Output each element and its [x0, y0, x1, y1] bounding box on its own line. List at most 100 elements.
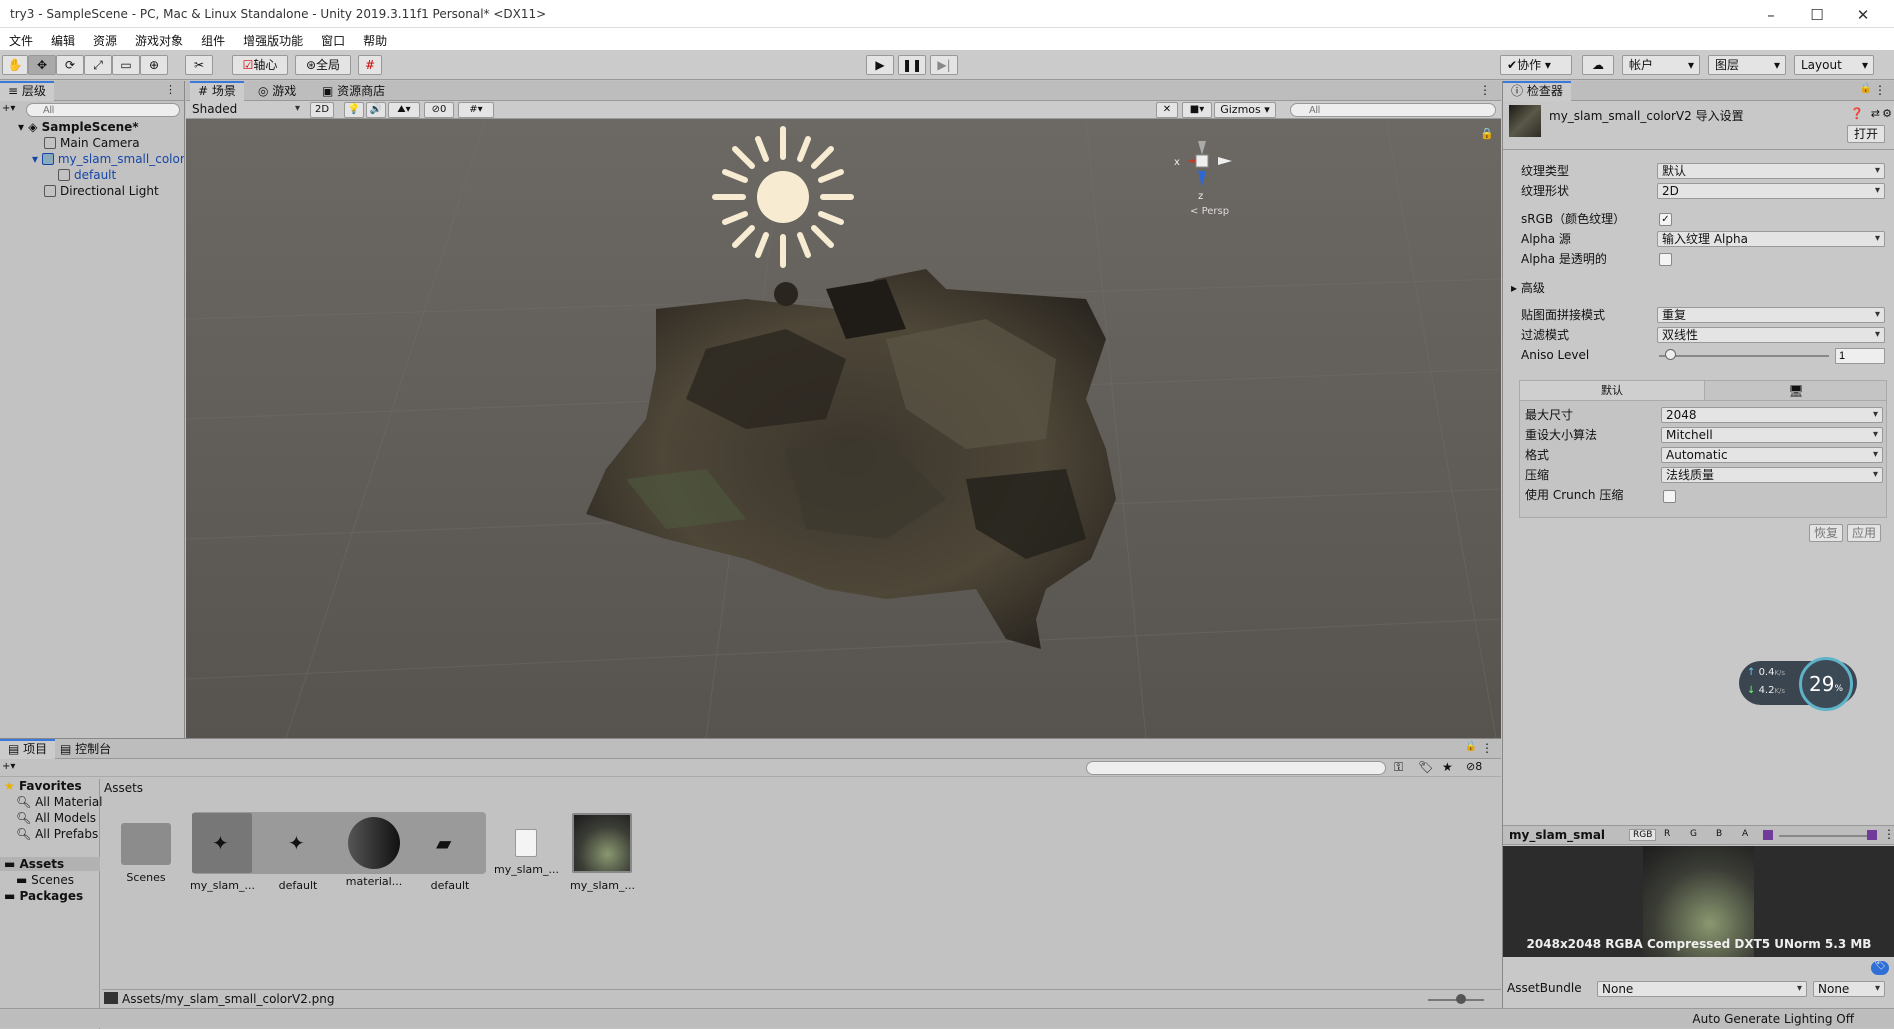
- gizmos-dropdown[interactable]: Gizmos ▾: [1214, 102, 1276, 118]
- asset-slam-file[interactable]: my_slam_...: [494, 813, 559, 876]
- tab-hierarchy[interactable]: ≡ 层级: [0, 81, 54, 101]
- kebab-menu-icon[interactable]: ⋮: [1883, 827, 1894, 841]
- alpha-source-dropdown[interactable]: 输入纹理 Alpha: [1657, 231, 1885, 247]
- aniso-slider-track[interactable]: [1659, 355, 1829, 357]
- hand-tool-icon[interactable]: ✋: [2, 55, 28, 75]
- lock-icon[interactable]: 🔒: [1860, 83, 1872, 94]
- tab-console[interactable]: ▤ 控制台: [52, 739, 119, 759]
- platform-tab-default[interactable]: 默认: [1520, 381, 1704, 401]
- collab-dropdown[interactable]: ✔协作 ▾: [1500, 55, 1572, 75]
- project-search-input[interactable]: [1086, 761, 1386, 775]
- favorites-all-models[interactable]: 🔍︎ All Models: [16, 811, 96, 825]
- aniso-slider-thumb[interactable]: [1665, 349, 1676, 360]
- network-speed-widget[interactable]: ↑ 0.4K/s ↓ 4.2K/s 29%: [1739, 657, 1857, 711]
- audio-icon[interactable]: 🔊: [366, 102, 386, 118]
- compression-dropdown[interactable]: 法线质量: [1661, 467, 1883, 483]
- resize-algorithm-dropdown[interactable]: Mitchell: [1661, 427, 1883, 443]
- channel-r-button[interactable]: R: [1661, 829, 1673, 839]
- menu-gameobject[interactable]: 游戏对象: [126, 28, 192, 49]
- play-button[interactable]: ▶: [866, 55, 894, 75]
- favorites-all-material[interactable]: 🔍︎ All Material: [16, 795, 103, 809]
- hierarchy-item-slam-model[interactable]: ▾ my_slam_small_colorV2: [32, 152, 184, 166]
- advanced-foldout[interactable]: ▸ 高级: [1511, 280, 1545, 297]
- scale-tool-icon[interactable]: ⤢: [84, 55, 112, 75]
- mip-slider[interactable]: [1779, 835, 1869, 837]
- asset-scenes-folder[interactable]: Scenes: [114, 813, 178, 884]
- kebab-menu-icon[interactable]: ⋮: [1481, 741, 1493, 755]
- global-toggle[interactable]: ⊛全局: [295, 55, 351, 75]
- tab-asset-store[interactable]: ▣ 资源商店: [314, 81, 393, 101]
- revert-button[interactable]: 恢复: [1809, 524, 1843, 542]
- rotate-tool-icon[interactable]: ⟳: [56, 55, 84, 75]
- menu-assets[interactable]: 资源: [84, 28, 126, 49]
- tab-project[interactable]: ▤ 项目: [0, 739, 56, 759]
- kebab-menu-icon[interactable]: ⋮: [165, 83, 176, 96]
- lighting-icon[interactable]: 💡: [344, 102, 364, 118]
- srgb-checkbox[interactable]: ✓: [1659, 213, 1672, 226]
- channel-rgb-button[interactable]: RGB: [1629, 829, 1657, 841]
- maximize-button[interactable]: ☐: [1794, 4, 1840, 26]
- kebab-menu-icon[interactable]: ⋮: [1874, 83, 1886, 97]
- help-icon[interactable]: ❓: [1850, 107, 1864, 120]
- favorites-all-prefabs[interactable]: 🔍︎ All Prefabs: [16, 827, 98, 841]
- assetbundle-variant-dropdown[interactable]: None: [1813, 981, 1885, 997]
- assets-breadcrumb[interactable]: Assets: [104, 781, 143, 795]
- scenes-folder-item[interactable]: ▬ Scenes: [16, 873, 74, 887]
- menu-window[interactable]: 窗口: [312, 28, 354, 49]
- favorites-item[interactable]: ★ Favorites: [4, 779, 82, 793]
- hierarchy-item-default[interactable]: default: [58, 168, 116, 182]
- snap-grid-icon[interactable]: #: [358, 55, 382, 75]
- assets-folder-item[interactable]: ▬ Assets: [0, 857, 100, 871]
- scene-viewport[interactable]: x z < Persp 🔒: [186, 119, 1501, 738]
- tab-scene[interactable]: # 场景: [190, 81, 244, 101]
- mip-icon[interactable]: [1763, 830, 1773, 840]
- close-button[interactable]: ✕: [1840, 4, 1886, 26]
- channel-g-button[interactable]: G: [1687, 829, 1700, 839]
- account-dropdown[interactable]: 帐户 ▾: [1622, 55, 1700, 75]
- aniso-level-input[interactable]: [1835, 348, 1885, 364]
- assetbundle-dropdown[interactable]: None: [1597, 981, 1807, 997]
- kebab-menu-icon[interactable]: ⋮: [1479, 83, 1491, 97]
- persp-label[interactable]: < Persp: [1190, 206, 1229, 217]
- layout-dropdown[interactable]: Layout ▾: [1794, 55, 1874, 75]
- 2d-toggle[interactable]: 2D: [310, 102, 334, 118]
- hierarchy-item-main-camera[interactable]: Main Camera: [44, 136, 140, 150]
- cloud-icon[interactable]: ☁: [1582, 55, 1614, 75]
- scene-item[interactable]: ▾ ◈ SampleScene*: [18, 120, 139, 134]
- hierarchy-item-directional-light[interactable]: Directional Light: [44, 184, 159, 198]
- apply-button[interactable]: 应用: [1847, 524, 1881, 542]
- filter-by-label-icon[interactable]: 🏷: [1418, 760, 1433, 774]
- favorite-star-icon[interactable]: ★: [1442, 760, 1453, 774]
- layers-dropdown[interactable]: 图层 ▾: [1708, 55, 1786, 75]
- asset-slam-texture[interactable]: my_slam_...: [570, 813, 635, 892]
- tab-inspector[interactable]: ⓘ 检查器: [1503, 81, 1571, 101]
- pivot-toggle[interactable]: ☑轴心: [232, 55, 288, 75]
- transform-tool-icon[interactable]: ⊕: [140, 55, 168, 75]
- monitor-icon[interactable]: 🖥: [1704, 381, 1887, 401]
- menu-component[interactable]: 组件: [192, 28, 234, 49]
- custom-tool-icon[interactable]: ✂: [185, 55, 213, 75]
- preset-icon[interactable]: ⇄: [1871, 107, 1880, 120]
- mip-icon[interactable]: [1867, 830, 1877, 840]
- tab-game[interactable]: ◎ 游戏: [250, 81, 304, 101]
- tools-icon[interactable]: ✕: [1156, 102, 1178, 118]
- lock-icon[interactable]: 🔒: [1480, 127, 1494, 140]
- move-tool-icon[interactable]: ✥: [28, 55, 56, 75]
- asset-material[interactable]: material...: [342, 813, 406, 888]
- filter-mode-dropdown[interactable]: 双线性: [1657, 327, 1885, 343]
- settings-gear-icon[interactable]: ⚙: [1882, 107, 1892, 120]
- scene-search-input[interactable]: [1290, 103, 1496, 117]
- minimize-button[interactable]: –: [1748, 4, 1794, 26]
- effects-dropdown[interactable]: ⛰▾: [388, 102, 420, 118]
- menu-edit[interactable]: 编辑: [42, 28, 84, 49]
- channel-a-button[interactable]: A: [1739, 829, 1751, 839]
- hierarchy-search-input[interactable]: [26, 103, 180, 117]
- create-dropdown[interactable]: +▾: [2, 103, 15, 114]
- wrap-mode-dropdown[interactable]: 重复: [1657, 307, 1885, 323]
- thumbnail-size-slider-thumb[interactable]: [1456, 994, 1466, 1004]
- create-dropdown[interactable]: +▾: [2, 761, 15, 772]
- crunch-checkbox[interactable]: [1663, 490, 1676, 503]
- format-dropdown[interactable]: Automatic: [1661, 447, 1883, 463]
- tag-icon[interactable]: 🏷: [1871, 961, 1889, 975]
- asset-slam-model[interactable]: ✦ my_slam_...: [190, 813, 255, 892]
